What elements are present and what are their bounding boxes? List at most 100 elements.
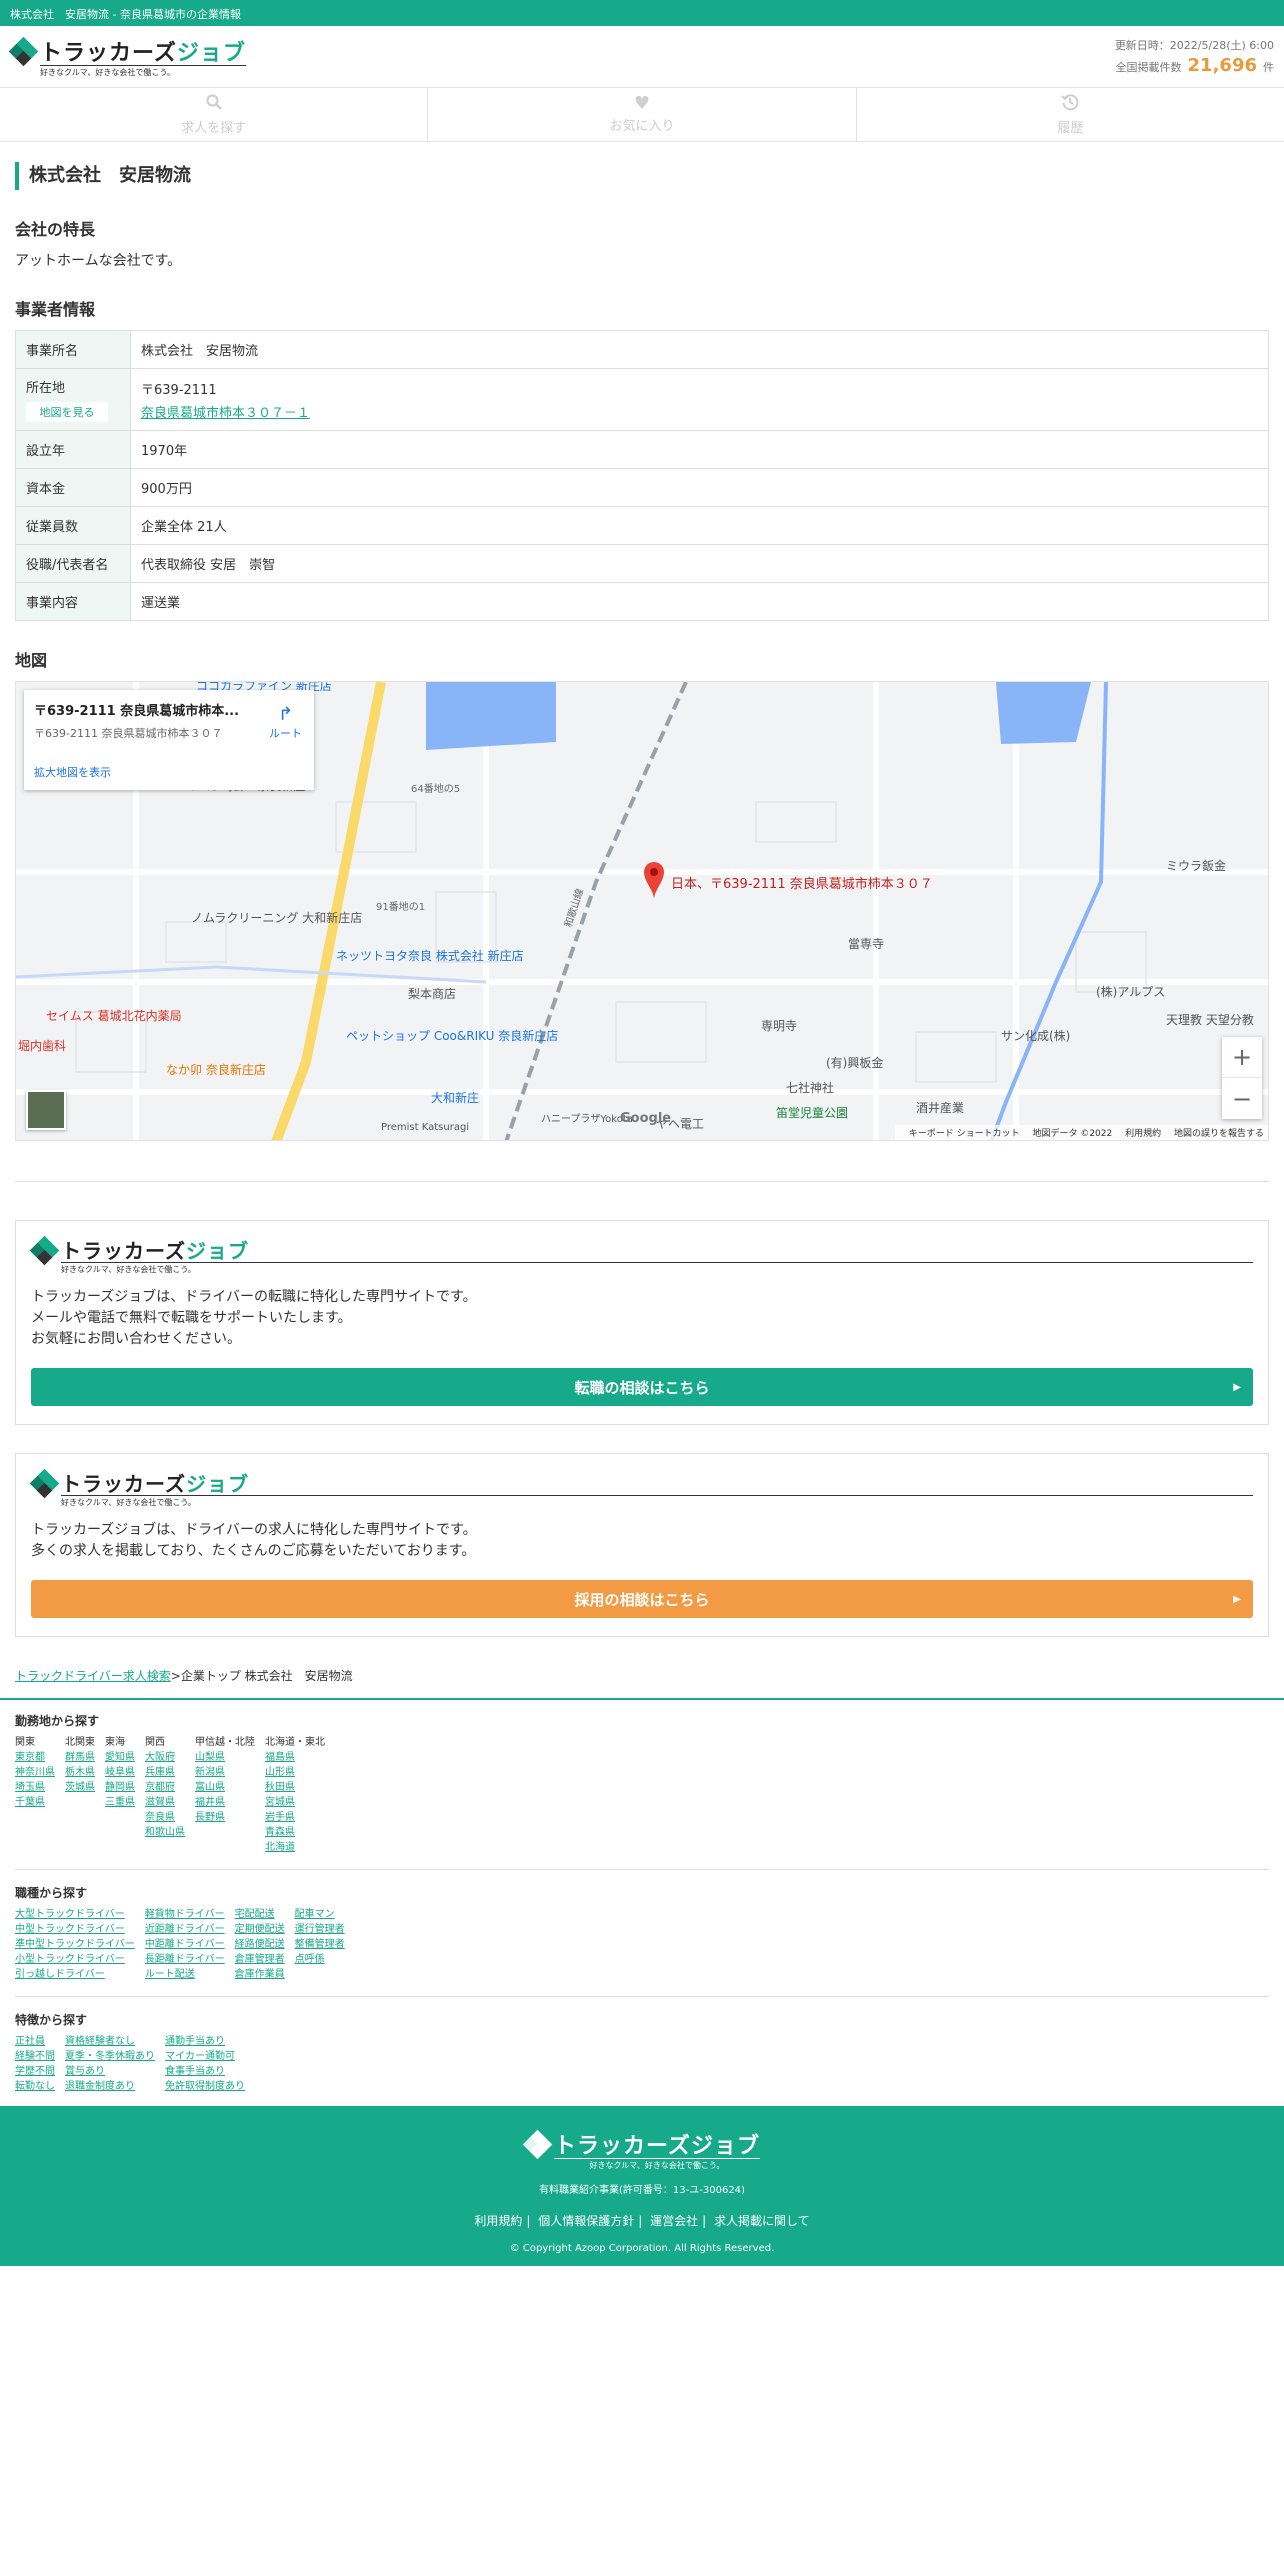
feature-search: 特徴から探す 正社員 経験不問 学歴不問 転勤なし 資格経験者なし 夏季・冬季休暇あり 賞与… — [15, 2011, 1269, 2108]
footer-directory-link[interactable]: 引っ越しドライバー — [15, 1967, 135, 1982]
footer-directory-link[interactable]: 運行管理者 — [295, 1922, 345, 1937]
nav-favorites-label: お気に入り — [609, 119, 675, 134]
footer-directory-link[interactable]: 免許取得制度あり — [165, 2079, 245, 2094]
footer-directory-link[interactable]: 長距離ドライバー — [145, 1952, 225, 1967]
footer-directory-link[interactable]: 群馬県 — [65, 1750, 95, 1765]
site-logo[interactable]: トラッカーズジョブ 好きなクルマ、好きな会社で働こう。 — [8, 35, 246, 78]
route-button[interactable]: ↱ ルート — [269, 704, 302, 741]
nav-history[interactable]: 履歴 — [857, 88, 1284, 141]
footer-directory-link[interactable]: 正社員 — [15, 2034, 55, 2049]
footer-directory-link[interactable]: 栃木県 — [65, 1765, 95, 1780]
footer-logo[interactable]: トラッカーズジョブ 好きなクルマ、好きな会社で働こう。 — [522, 2128, 760, 2171]
footer-directory-link[interactable]: 岐阜県 — [105, 1765, 135, 1780]
footer-link-listing[interactable]: 求人掲載に関して — [714, 2214, 810, 2228]
footer-directory-link[interactable]: 整備管理者 — [295, 1937, 345, 1952]
satellite-toggle[interactable] — [26, 1090, 66, 1130]
enlarge-map-link[interactable]: 拡大地図を表示 — [34, 764, 111, 780]
embedded-map[interactable]: 日本、〒639-2111 奈良県葛城市柿本３０７ ココカラファイン 新庄店 キム… — [15, 681, 1269, 1141]
zoom-in-button[interactable]: + — [1222, 1037, 1262, 1078]
footer-directory-link[interactable]: マイカー通勤可 — [165, 2049, 245, 2064]
footer-link-privacy[interactable]: 個人情報保護方針 — [538, 2214, 634, 2228]
nav-favorites[interactable]: ♥ お気に入り — [428, 88, 857, 141]
footer-directory-link[interactable]: 夏季・冬季休暇あり — [65, 2049, 155, 2064]
footer-directory-link[interactable]: 茨城県 — [65, 1780, 95, 1795]
map-place: 堀内歯科 — [18, 1038, 66, 1053]
logo-mark-icon — [29, 1235, 60, 1265]
footer-directory-link[interactable]: 倉庫作業員 — [235, 1967, 285, 1982]
hiring-consult-button[interactable]: 採用の相談はこちら ▶ — [31, 1580, 1253, 1618]
footer-directory-link[interactable]: 経験不問 — [15, 2049, 55, 2064]
footer-directory-link[interactable]: 通勤手当あり — [165, 2034, 245, 2049]
footer-directory-link[interactable]: 静岡県 — [105, 1780, 135, 1795]
footer-directory-link[interactable]: 秋田県 — [265, 1780, 325, 1795]
map-place: セイムス 葛城北花内薬局 — [46, 1008, 182, 1023]
zoom-out-button[interactable]: − — [1222, 1078, 1262, 1119]
footer-directory-link[interactable]: ルート配送 — [145, 1967, 225, 1982]
footer-directory-link[interactable]: 東京都 — [15, 1750, 55, 1765]
job-heading: 職種から探す — [15, 1886, 88, 1900]
footer-directory-link[interactable]: 学歴不問 — [15, 2064, 55, 2079]
footer-directory-link[interactable]: 軽貨物ドライバー — [145, 1907, 225, 1922]
footer-link-company[interactable]: 運営会社 — [650, 2214, 698, 2228]
footer-directory-link[interactable]: 食事手当あり — [165, 2064, 245, 2079]
footer-directory-link[interactable]: 福島県 — [265, 1750, 325, 1765]
footer-directory-link[interactable]: 山梨県 — [195, 1750, 255, 1765]
footer-directory-link[interactable]: 福井県 — [195, 1795, 255, 1810]
footer-directory-link[interactable]: 点呼係 — [295, 1952, 345, 1967]
footer-directory-link[interactable]: 倉庫管理者 — [235, 1952, 285, 1967]
footer-directory-link[interactable]: 転勤なし — [15, 2079, 55, 2094]
promo-logo: トラッカーズジョブ 好きなクルマ、好きな会社で働こう。 — [29, 1468, 1253, 1508]
footer-directory-link[interactable]: 資格経験者なし — [65, 2034, 155, 2049]
footer-directory-link[interactable]: 神奈川県 — [15, 1765, 55, 1780]
footer-directory-link[interactable]: 山形県 — [265, 1765, 325, 1780]
footer-directory-link[interactable]: 愛知県 — [105, 1750, 135, 1765]
map-footer-link[interactable]: 地図の誤りを報告する — [1174, 1129, 1264, 1139]
footer-directory-link[interactable]: 定期便配送 — [235, 1922, 285, 1937]
footer-directory-link[interactable]: 中型トラックドライバー — [15, 1922, 135, 1937]
area-region-label: 東海 — [105, 1737, 125, 1748]
footer-directory-link[interactable]: 大型トラックドライバー — [15, 1907, 135, 1922]
route-label: ルート — [269, 727, 302, 740]
footer-directory-link[interactable]: 富山県 — [195, 1780, 255, 1795]
area-region-label: 甲信越・北陸 — [195, 1737, 255, 1748]
footer-directory-link[interactable]: 三重県 — [105, 1795, 135, 1810]
footer-directory-link[interactable]: 和歌山県 — [145, 1825, 185, 1840]
footer-directory-link[interactable]: 長野県 — [195, 1810, 255, 1825]
map-place: 91番地の1 — [376, 900, 425, 913]
footer-directory-link[interactable]: 千葉県 — [15, 1795, 55, 1810]
address-link[interactable]: 奈良県葛城市柿本３０７－１ — [141, 402, 1258, 421]
footer-directory-link[interactable]: 配車マン — [295, 1907, 345, 1922]
map-footer-link[interactable]: キーボード ショートカット — [909, 1129, 1020, 1139]
footer-directory-link[interactable]: 宮城県 — [265, 1795, 325, 1810]
map-place: 大和新庄 — [431, 1090, 479, 1105]
footer-directory-link[interactable]: 青森県 — [265, 1825, 325, 1840]
nav-search[interactable]: 求人を探す — [0, 88, 429, 141]
footer-directory-link[interactable]: 中距離ドライバー — [145, 1937, 225, 1952]
footer-directory-link[interactable]: 近距離ドライバー — [145, 1922, 225, 1937]
footer-directory-link[interactable]: 準中型トラックドライバー — [15, 1937, 135, 1952]
footer-directory-link[interactable]: 北海道 — [265, 1840, 325, 1855]
footer-directory-link[interactable]: 小型トラックドライバー — [15, 1952, 135, 1967]
footer-directory-link[interactable]: 宅配配送 — [235, 1907, 285, 1922]
footer-directory-link[interactable]: 賞与あり — [65, 2064, 155, 2079]
view-map-button[interactable]: 地図を見る — [26, 402, 108, 422]
map-card-address: 〒639-2111 奈良県葛城市柿本３０７ — [34, 727, 223, 740]
footer-directory-link[interactable]: 新潟県 — [195, 1765, 255, 1780]
footer-directory-link[interactable]: 京都府 — [145, 1780, 185, 1795]
career-consult-button[interactable]: 転職の相談はこちら ▶ — [31, 1368, 1253, 1406]
footer-link-terms[interactable]: 利用規約 — [474, 2214, 522, 2228]
footer-directory-link[interactable]: 経路便配送 — [235, 1937, 285, 1952]
job-search: 職種から探す 大型トラックドライバー 中型トラックドライバー 準中型トラックドライバ… — [15, 1884, 1269, 1997]
breadcrumb-home[interactable]: トラックドライバー求人検索 — [15, 1669, 171, 1683]
footer-directory-link[interactable]: 奈良県 — [145, 1810, 185, 1825]
footer-directory-link[interactable]: 兵庫県 — [145, 1765, 185, 1780]
footer-link-directory: 勤務地から探す 関東 東京都 神奈川県 埼玉県 千葉県 北関東 群馬県 栃木県 茨城県 東海 愛知県… — [0, 1698, 1284, 2108]
map-footer-link[interactable]: 利用規約 — [1125, 1129, 1161, 1139]
footer-directory-link[interactable]: 退職金制度あり — [65, 2079, 155, 2094]
map-place: 天理教 天望分教 — [1166, 1012, 1254, 1027]
footer-directory-link[interactable]: 埼玉県 — [15, 1780, 55, 1795]
footer-directory-link[interactable]: 滋賀県 — [145, 1795, 185, 1810]
footer-directory-link[interactable]: 岩手県 — [265, 1810, 325, 1825]
footer-directory-link[interactable]: 大阪府 — [145, 1750, 185, 1765]
area-column: 関西 大阪府 兵庫県 京都府 滋賀県 奈良県 和歌山県 — [145, 1735, 185, 1855]
